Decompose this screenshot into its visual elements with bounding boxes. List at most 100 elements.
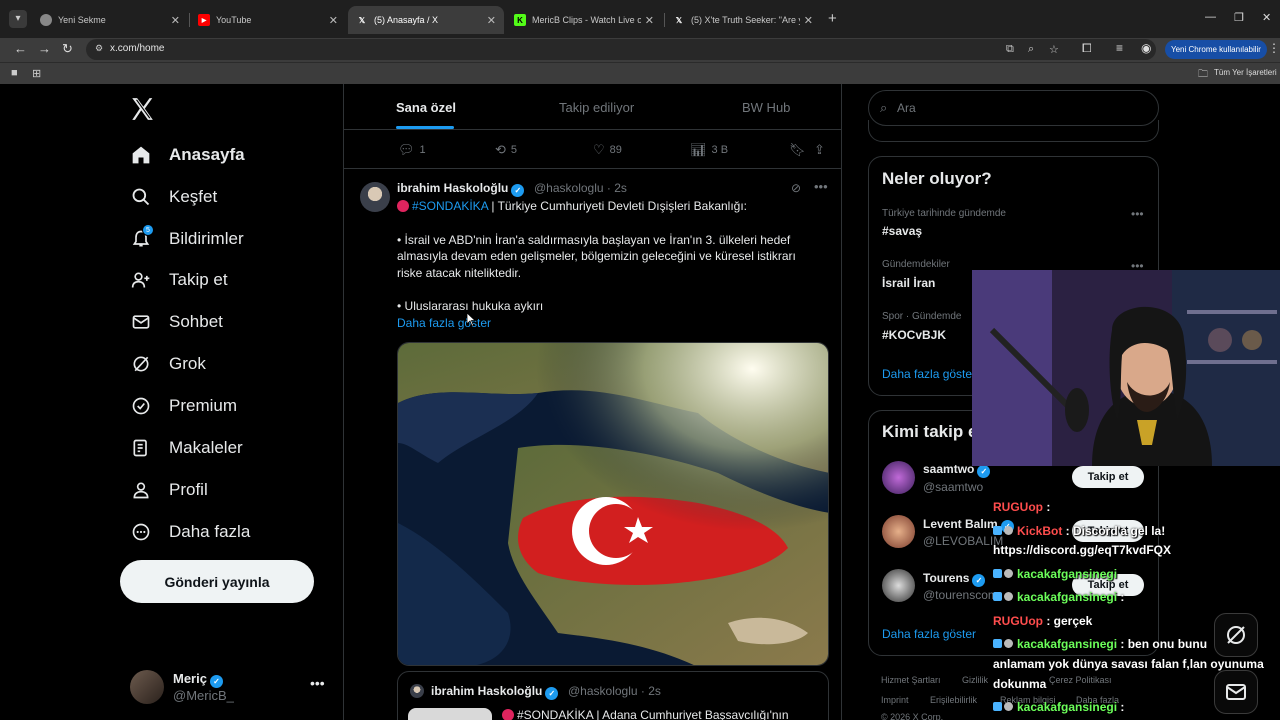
account-switcher[interactable]: Meriç ✓ @MericB_ ••• [130, 670, 330, 706]
tab-title: (5) X'te Truth Seeker: "Are you a [691, 15, 800, 25]
back-icon[interactable]: ← [14, 41, 27, 56]
tab-truth-seeker[interactable]: 𝕏 (5) X'te Truth Seeker: "Are you a ✕ [665, 6, 821, 34]
trends-show-more[interactable]: Daha fazla göster [882, 367, 976, 381]
share-icon: ⇪ [814, 142, 825, 157]
profile-icon[interactable]: ◉ [1141, 41, 1151, 55]
tab-search-button[interactable]: ▾ [9, 10, 27, 28]
avatar[interactable] [882, 569, 915, 602]
more-dots-icon[interactable]: ••• [1131, 207, 1144, 221]
show-more-link[interactable]: Daha fazla göster [397, 316, 491, 330]
avatar[interactable] [882, 461, 915, 494]
close-icon[interactable]: ✕ [804, 14, 813, 27]
articles-icon [130, 437, 152, 459]
tweet-time[interactable]: · 2s [607, 181, 627, 195]
hashtag-link[interactable]: #SONDAKİKA [412, 199, 488, 213]
quote-tweet[interactable]: ibrahim Haskoloğlu ✓ @haskologlu · 2s #SO… [397, 671, 829, 720]
quote-author-row: ibrahim Haskoloğlu ✓ [431, 684, 559, 700]
media-icon[interactable]: ≡ [1116, 41, 1123, 55]
heart-icon: ♡ [593, 142, 605, 157]
zoom-icon[interactable]: ⌕ [1028, 43, 1034, 56]
nav-explore[interactable]: Keşfet [130, 179, 217, 215]
grok-floating-button[interactable] [1214, 613, 1258, 657]
tweet-image[interactable] [397, 342, 829, 666]
avatar[interactable] [360, 182, 390, 212]
footer-link[interactable]: Imprint [881, 695, 909, 705]
window-close-icon[interactable]: ✕ [1262, 11, 1271, 24]
more-dots-icon[interactable]: ••• [814, 179, 828, 194]
footer-link[interactable]: Hizmet Şartları [881, 675, 941, 685]
chat-text: : [1117, 590, 1125, 604]
profile-icon [130, 479, 152, 501]
nav-home[interactable]: Anasayfa [130, 137, 245, 173]
reload-icon[interactable]: ↻ [62, 41, 73, 57]
extensions-icon[interactable]: ⧠ [1082, 41, 1092, 56]
chat-message: kacakafgansinegi : [993, 590, 1124, 604]
nav-more[interactable]: Daha fazla [130, 514, 250, 550]
close-icon[interactable]: ✕ [171, 14, 180, 27]
suggested-user-handle: @tourenscom [923, 588, 998, 602]
nav-follow[interactable]: Takip et [130, 262, 228, 298]
close-icon[interactable]: ✕ [645, 14, 654, 27]
suggested-user-name-row[interactable]: Tourens ✓ [923, 571, 986, 587]
avatar[interactable] [882, 515, 915, 548]
close-icon[interactable]: ✕ [329, 14, 338, 27]
bookmark-star-icon[interactable]: ☆ [1049, 43, 1059, 56]
site-info-icon[interactable]: ⚙ [95, 43, 108, 56]
tab-x-home[interactable]: 𝕏 (5) Anasayfa / X ✕ [348, 6, 504, 34]
address-bar[interactable]: ⚙ x.com/home ⧉ ⌕ ☆ [86, 39, 1156, 60]
footer-link[interactable]: Gizlilik [962, 675, 988, 685]
grok-explain-icon[interactable]: ⊘ [791, 181, 801, 195]
nav-articles[interactable]: Makaleler [130, 430, 243, 466]
minimize-icon[interactable]: — [1205, 11, 1216, 23]
chrome-update-button[interactable]: Yeni Chrome kullanılabilir [1165, 40, 1267, 59]
nav-chat[interactable]: Sohbet [130, 304, 223, 340]
x-logo-icon[interactable] [129, 96, 155, 122]
bookmark-button[interactable]: 🔖︎ [789, 142, 811, 158]
trend-topic[interactable]: #KOCvBJK [882, 328, 946, 342]
tab-youtube[interactable]: ▶ YouTube ✕ [190, 6, 346, 34]
nav-notifications[interactable]: 5 Bildirimler [130, 221, 244, 257]
tab-new-tab[interactable]: Yeni Sekme ✕ [32, 6, 188, 34]
new-tab-icon[interactable]: + [828, 10, 837, 27]
folder-icon: 🗀 [1198, 69, 1208, 80]
browser-tab-bar: ▾ Yeni Sekme ✕ ▶ YouTube ✕ 𝕏 (5) Anasayf… [0, 0, 1280, 38]
tab-kick-clips[interactable]: K MericB Clips - Watch Live on Ki ✕ [506, 6, 662, 34]
nav-grok[interactable]: Grok [130, 346, 206, 382]
footer-link[interactable]: Çerez Politikası [1049, 675, 1112, 685]
all-bookmarks-link[interactable]: Tüm Yer İşaretleri [1214, 68, 1277, 77]
tab-following[interactable]: Takip ediliyor [559, 100, 634, 115]
nav-profile[interactable]: Profil [130, 472, 208, 508]
messages-floating-button[interactable] [1214, 670, 1258, 714]
footer-link[interactable]: Erişilebilirlik [930, 695, 977, 705]
reply-button[interactable]: 💬︎ 1 [398, 142, 426, 158]
like-button[interactable]: ♡ 89 [593, 142, 622, 158]
who-to-follow-show-more[interactable]: Daha fazla göster [882, 627, 976, 641]
more-dots-icon[interactable]: ••• [310, 675, 325, 691]
tab-bw-hub[interactable]: BW Hub [742, 100, 790, 115]
post-button[interactable]: Gönderi yayınla [120, 560, 314, 603]
views-button[interactable]: 📊︎ 3 B [690, 142, 728, 158]
restore-icon[interactable]: ❐ [1234, 11, 1244, 24]
tweet-handle[interactable]: @haskologlu [534, 181, 604, 195]
trend-context: Gündemdekiler [882, 259, 950, 270]
verified-icon: ✓ [977, 465, 991, 478]
share-button[interactable]: ⇪ [814, 142, 830, 158]
streamer-webcam-image [972, 270, 1280, 466]
bookmark-square-icon[interactable]: ■ [11, 67, 18, 79]
tab-for-you[interactable]: Sana özel [396, 100, 456, 115]
nav-premium[interactable]: Premium [130, 388, 237, 424]
follow-button[interactable]: Takip et [1072, 466, 1144, 488]
chrome-menu-icon[interactable]: ⋮ [1268, 41, 1280, 55]
follow-icon [130, 269, 152, 291]
trend-topic[interactable]: #savaş [882, 224, 922, 238]
forward-icon[interactable]: → [38, 41, 51, 56]
suggested-user-name: Tourens [923, 571, 970, 585]
close-icon[interactable]: ✕ [487, 14, 496, 27]
apps-grid-icon[interactable]: ⊞ [32, 67, 41, 80]
install-app-icon[interactable]: ⧉ [1006, 43, 1014, 56]
x-logo-icon: 𝕏 [675, 15, 683, 25]
verified-icon: ✓ [972, 574, 986, 587]
tweet-author-row[interactable]: ibrahim Haskoloğlu ✓ [397, 181, 525, 197]
repost-button[interactable]: ⟲ 5 [495, 142, 517, 158]
trend-topic[interactable]: İsrail İran [882, 276, 935, 290]
